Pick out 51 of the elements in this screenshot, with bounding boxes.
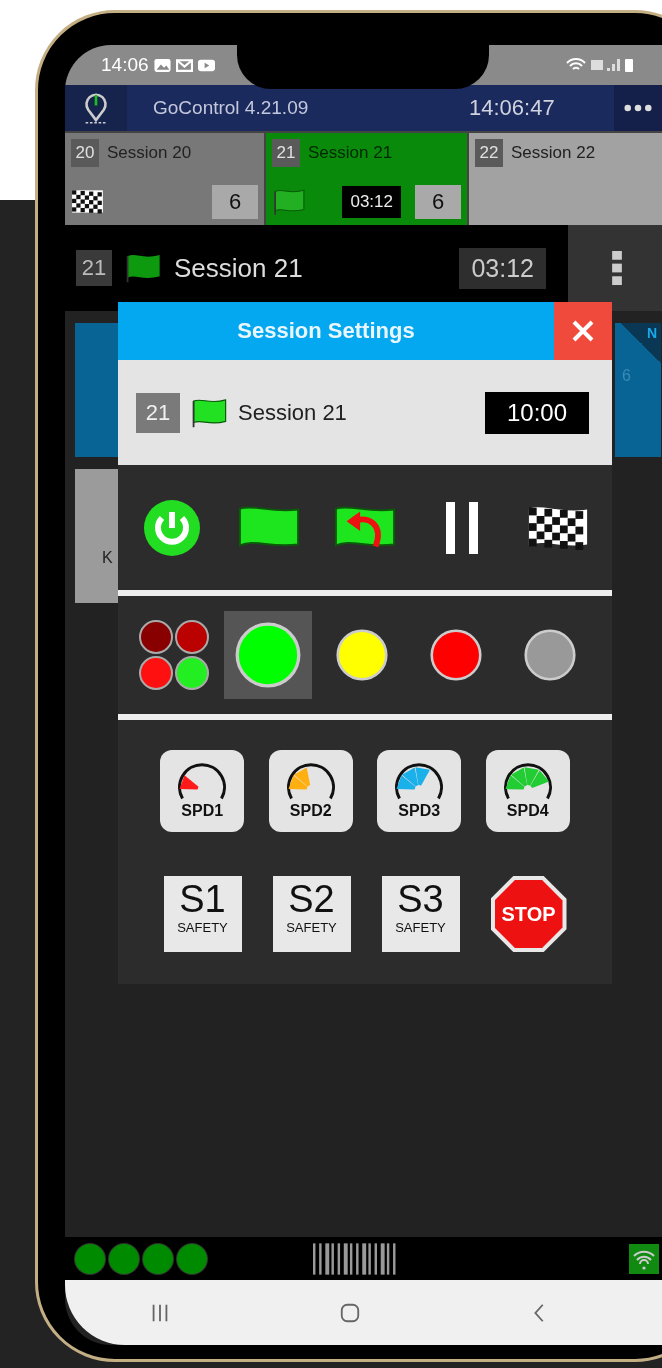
session-tab[interactable]: 21 Session 21 03:12 6 — [266, 133, 467, 225]
home-icon[interactable] — [339, 1301, 361, 1324]
pin-power-icon — [83, 91, 109, 125]
stop-button[interactable]: STOP — [490, 876, 567, 952]
mail-icon — [175, 57, 193, 73]
kebab-menu-button[interactable] — [568, 225, 662, 311]
card-corner-badge: N — [621, 323, 661, 363]
close-button[interactable] — [554, 302, 612, 360]
app-title: GoControl 4.21.09 — [153, 97, 310, 119]
session-name: Session 21 — [238, 399, 347, 426]
kebab-icon — [611, 250, 622, 286]
speed-button[interactable]: SPD2 — [268, 750, 353, 832]
more-menu-button[interactable] — [614, 85, 662, 131]
flag-icon — [190, 396, 228, 429]
safety-button[interactable]: S2 SAFETY — [272, 876, 351, 952]
lap-count: 6 — [415, 185, 461, 219]
multi-light-icon — [138, 619, 210, 691]
session-name: Session 21 — [308, 143, 393, 163]
flag-icon — [124, 252, 162, 284]
more-icon — [624, 104, 652, 112]
lap-count: 6 — [212, 185, 258, 219]
speed-button[interactable]: SPD4 — [485, 750, 570, 832]
session-tab[interactable]: 22 Session 22 — [469, 133, 662, 225]
checkered-flag-icon — [71, 188, 105, 216]
session-number: 22 — [475, 139, 503, 167]
safety-button[interactable]: S3 SAFETY — [381, 876, 460, 952]
session-card[interactable]: K — [75, 469, 118, 603]
close-icon — [571, 319, 595, 343]
status-time: 14:06 — [101, 54, 149, 76]
session-title: Session 21 — [174, 252, 303, 284]
session-number: 21 — [272, 139, 300, 167]
session-timer: 03:12 — [342, 186, 401, 218]
clock: 14:06:47 — [469, 95, 555, 121]
session-name: Session 22 — [511, 143, 596, 163]
safety-button[interactable]: S1 SAFETY — [163, 876, 242, 952]
signal-battery-icons — [565, 57, 635, 73]
video-icon — [197, 57, 215, 73]
session-name: Session 20 — [107, 143, 192, 163]
wifi-icon — [629, 1243, 659, 1274]
image-icon — [153, 57, 171, 73]
flag-icon — [272, 188, 306, 216]
dialog-title: Session Settings — [236, 318, 416, 344]
card-text: K — [102, 549, 113, 567]
speed-button[interactable]: SPD1 — [160, 750, 245, 832]
session-number: 20 — [71, 139, 99, 167]
session-number: 21 — [76, 250, 112, 286]
duration-field[interactable]: 10:00 — [484, 391, 589, 434]
session-timer: 03:12 — [459, 247, 546, 289]
session-tab[interactable]: 20 Session 20 6 — [65, 133, 264, 225]
session-number: 21 — [136, 392, 180, 433]
speed-button[interactable]: SPD3 — [377, 750, 462, 832]
